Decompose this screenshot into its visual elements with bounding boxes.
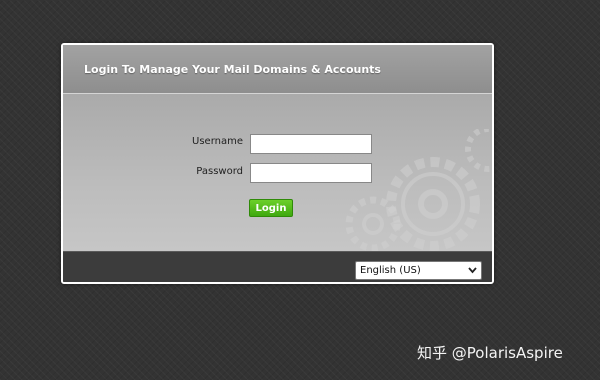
password-label: Password: [196, 166, 243, 177]
chevron-down-icon: [468, 267, 477, 274]
username-label: Username: [192, 136, 243, 147]
username-input[interactable]: [250, 134, 372, 154]
language-select[interactable]: English (US): [355, 261, 482, 280]
login-header: Login To Manage Your Mail Domains & Acco…: [63, 45, 492, 94]
watermark-text: 知乎 @PolarisAspire: [417, 344, 563, 362]
login-title: Login To Manage Your Mail Domains & Acco…: [84, 63, 381, 76]
login-button[interactable]: Login: [249, 199, 293, 217]
login-footer: English (US): [63, 251, 492, 282]
login-panel: Login To Manage Your Mail Domains & Acco…: [61, 43, 494, 284]
password-input[interactable]: [250, 163, 372, 183]
login-form: Username Password Login: [63, 94, 492, 251]
language-selected-value: English (US): [360, 265, 421, 276]
